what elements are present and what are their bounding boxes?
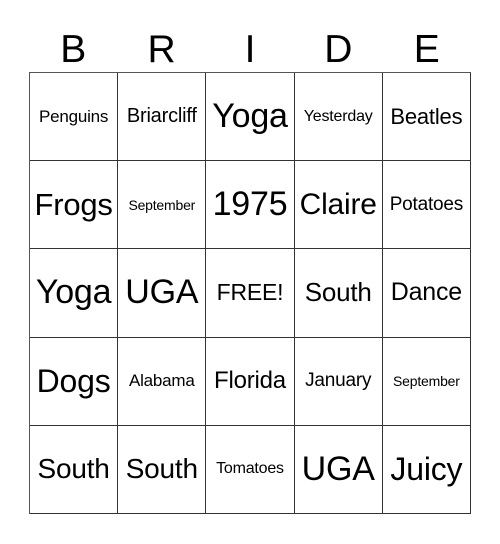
bingo-header: BRIDE	[29, 28, 471, 72]
bingo-cell[interactable]: Juicy	[382, 425, 471, 514]
header-letter: D	[324, 28, 353, 71]
bingo-cell[interactable]: South	[118, 425, 207, 514]
bingo-cell[interactable]: Dogs	[30, 337, 119, 426]
bingo-cell[interactable]: Frogs	[30, 161, 119, 250]
header-letter: R	[147, 28, 176, 71]
free-space-cell[interactable]: FREE!	[206, 249, 295, 338]
header-letter: I	[244, 28, 256, 71]
bingo-cell[interactable]: UGA	[294, 425, 383, 514]
header-letter: E	[413, 28, 440, 71]
bingo-cell[interactable]: Alabama	[118, 337, 207, 426]
bingo-grid: Penguins Briarcliff Yoga Yesterday Beatles Fr…	[29, 72, 471, 514]
bingo-cell[interactable]: September	[118, 161, 207, 250]
bingo-cell[interactable]: 1975	[206, 161, 295, 250]
bingo-cell[interactable]: UGA	[118, 249, 207, 338]
bingo-cell[interactable]: Beatles	[382, 73, 471, 162]
bingo-cell[interactable]: Dance	[382, 249, 471, 338]
bingo-cell[interactable]: Penguins	[30, 73, 119, 162]
bingo-cell[interactable]: Yoga	[30, 249, 119, 338]
bingo-cell[interactable]: Yoga	[206, 73, 295, 162]
bingo-cell[interactable]: September	[382, 337, 471, 426]
bingo-cell[interactable]: Claire	[294, 161, 383, 250]
bingo-cell[interactable]: Potatoes	[382, 161, 471, 250]
bingo-cell[interactable]: Briarcliff	[118, 73, 207, 162]
bingo-cell[interactable]: Tomatoes	[206, 425, 295, 514]
bingo-cell[interactable]: South	[294, 249, 383, 338]
bingo-cell[interactable]: South	[30, 425, 119, 514]
header-letter: B	[60, 28, 87, 71]
bingo-cell[interactable]: Florida	[206, 337, 295, 426]
bingo-cell[interactable]: Yesterday	[294, 73, 383, 162]
bingo-cell[interactable]: January	[294, 337, 383, 426]
